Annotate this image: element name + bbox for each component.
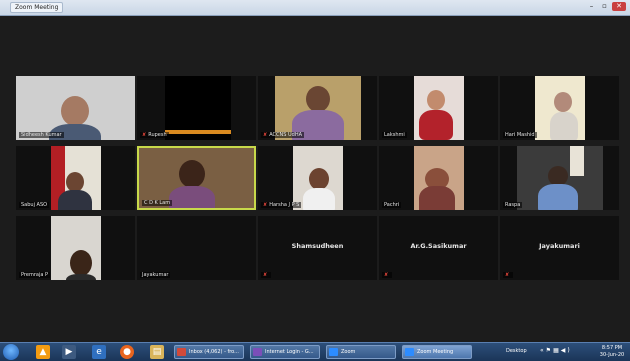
- zoom-icon: [405, 348, 414, 356]
- zoom-icon: [329, 348, 338, 356]
- window-titlebar: Zoom Meeting – ▫ ✕: [0, 0, 630, 16]
- participant-tile[interactable]: Raspa: [500, 146, 619, 210]
- clock-date: 30-Jun-20: [599, 352, 625, 358]
- system-tray[interactable]: «⚑▦◀): [540, 347, 572, 354]
- participant-tile[interactable]: Hari Mashid: [500, 76, 619, 140]
- participant-tile[interactable]: ✘ Rupesh: [137, 76, 256, 140]
- media-player-icon[interactable]: ▶: [62, 345, 76, 359]
- participant-name: Raspa: [503, 202, 523, 208]
- participant-tile[interactable]: Shamsudheen ✘: [258, 216, 377, 280]
- participant-name: Harsha J P S: [269, 202, 300, 208]
- participant-name: C D K Lam: [142, 200, 173, 206]
- maximize-button[interactable]: ▫: [599, 2, 610, 11]
- windows-taskbar: ▲ ▶ e ● ▤ Inbox (4,062) - fro... Interne…: [0, 342, 630, 361]
- taskbar-item-inbox[interactable]: Inbox (4,062) - fro...: [174, 345, 244, 359]
- browser-icon: [253, 348, 262, 356]
- participant-tile[interactable]: ✘ Harsha J P S: [258, 146, 377, 210]
- participant-display-name: Ar.G.Sasikumar: [410, 242, 467, 250]
- taskbar-item-zoom-meeting[interactable]: Zoom Meeting: [402, 345, 472, 359]
- muted-mic-icon: ✘: [263, 272, 268, 278]
- network-icon[interactable]: ▦: [553, 347, 561, 354]
- vlc-icon[interactable]: ▲: [36, 345, 50, 359]
- participant-name: Rupesh: [148, 132, 167, 138]
- participant-tile[interactable]: Lakshmi: [379, 76, 498, 140]
- participant-tile[interactable]: Jayakumari ✘: [500, 216, 619, 280]
- muted-mic-icon: ✘: [263, 202, 268, 208]
- start-button[interactable]: [3, 344, 19, 360]
- participant-name: Jayakumar: [140, 272, 171, 278]
- close-button[interactable]: ✕: [612, 2, 626, 11]
- muted-mic-icon: ✘: [384, 272, 389, 278]
- window-title: Zoom Meeting: [10, 2, 64, 13]
- participant-display-name: Shamsudheen: [291, 242, 344, 250]
- gmail-icon: [177, 348, 186, 356]
- participant-tile[interactable]: Sidheesh Kumar: [16, 76, 135, 140]
- taskbar-item-internet-login[interactable]: Internet Login - G...: [250, 345, 320, 359]
- participant-name: Sidheesh Kumar: [19, 132, 64, 138]
- participant-name: Pachri: [382, 202, 402, 208]
- participant-tile[interactable]: ✘ ACCNS UdHA: [258, 76, 377, 140]
- volume-icon[interactable]: ◀): [561, 347, 572, 354]
- participant-tile-active-speaker[interactable]: C D K Lam: [137, 146, 256, 210]
- participant-name: Premraja P: [19, 272, 50, 278]
- participant-tile[interactable]: Jayakumar: [137, 216, 256, 280]
- muted-mic-icon: ✘: [142, 132, 147, 138]
- flag-icon[interactable]: ⚑: [546, 347, 553, 354]
- firefox-icon[interactable]: ●: [120, 345, 134, 359]
- desktop-toolbar-label[interactable]: Desktop: [506, 348, 527, 354]
- meeting-area: Sidheesh Kumar ✘ Rupesh ✘ ACCNS UdHA Laksh…: [0, 16, 630, 342]
- participant-name: ACCNS UdHA: [269, 132, 303, 138]
- participant-tile[interactable]: Ar.G.Sasikumar ✘: [379, 216, 498, 280]
- participant-tile[interactable]: Sabuj ASO: [16, 146, 135, 210]
- taskbar-item-zoom[interactable]: Zoom: [326, 345, 396, 359]
- participant-tile[interactable]: Premraja P: [16, 216, 135, 280]
- internet-explorer-icon[interactable]: e: [92, 345, 106, 359]
- participant-tile[interactable]: Pachri: [379, 146, 498, 210]
- muted-mic-icon: ✘: [505, 272, 510, 278]
- clock-time: 8:57 PM: [601, 345, 623, 351]
- file-explorer-icon[interactable]: ▤: [150, 345, 164, 359]
- muted-mic-icon: ✘: [263, 132, 268, 138]
- participant-name: Lakshmi: [382, 132, 407, 138]
- participant-name: Hari Mashid: [503, 132, 537, 138]
- minimize-button[interactable]: –: [586, 2, 597, 11]
- system-clock[interactable]: 8:57 PM 30-Jun-20: [596, 345, 628, 359]
- participant-name: Sabuj ASO: [19, 202, 50, 208]
- participant-display-name: Jayakumari: [539, 242, 580, 250]
